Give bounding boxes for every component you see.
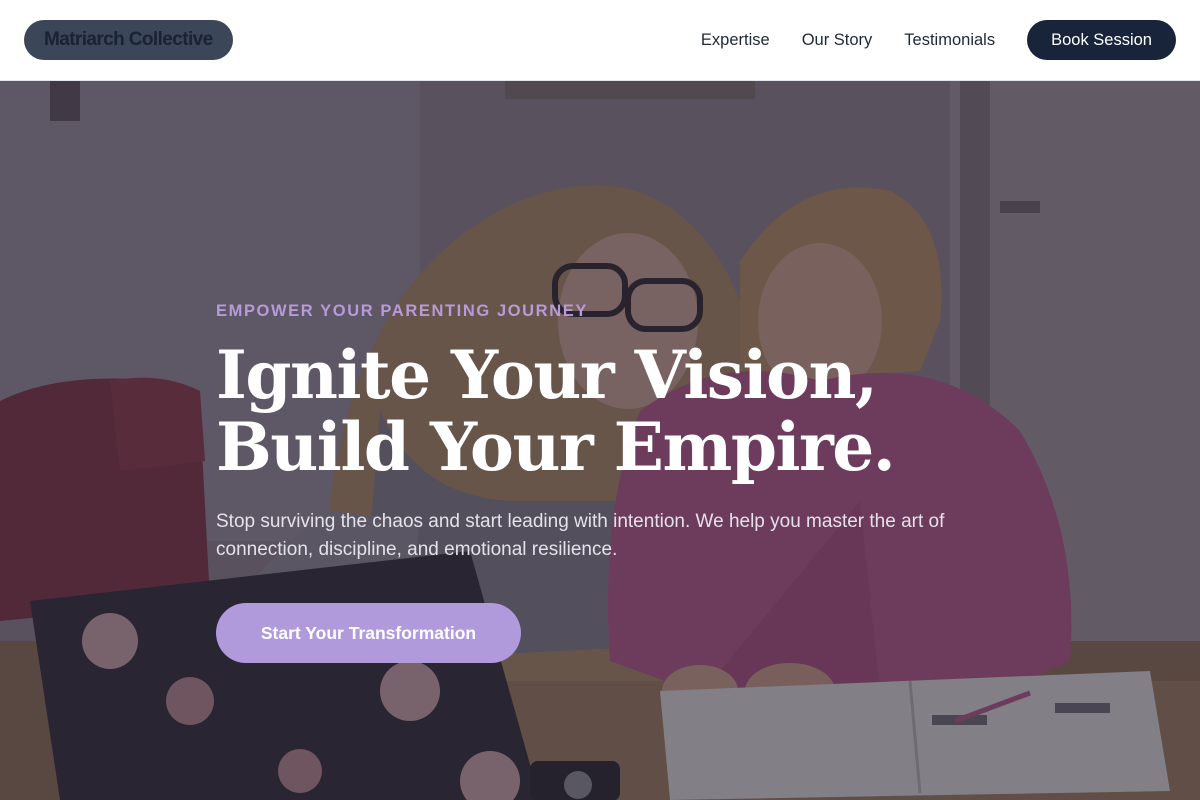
- nav-link-our-story[interactable]: Our Story: [802, 31, 873, 50]
- hero-headline-line-1: Ignite Your Vision,: [216, 336, 878, 414]
- hero-section: EMPOWER YOUR PARENTING JOURNEY Ignite Yo…: [0, 81, 1200, 800]
- book-session-button[interactable]: Book Session: [1027, 20, 1176, 60]
- nav-link-testimonials[interactable]: Testimonials: [904, 31, 995, 50]
- hero-headline-line-2: Build Your Empire.: [216, 408, 896, 486]
- main-nav: Expertise Our Story Testimonials Book Se…: [701, 20, 1176, 60]
- hero-headline: Ignite Your Vision, Build Your Empire.: [216, 339, 1036, 483]
- site-header: Matriarch Collective Expertise Our Story…: [0, 0, 1200, 81]
- nav-link-expertise[interactable]: Expertise: [701, 31, 770, 50]
- brand-logo[interactable]: Matriarch Collective: [24, 20, 233, 60]
- hero-subtext: Stop surviving the chaos and start leadi…: [216, 511, 945, 560]
- start-transformation-button[interactable]: Start Your Transformation: [216, 603, 521, 663]
- hero-eyebrow: EMPOWER YOUR PARENTING JOURNEY: [216, 302, 588, 320]
